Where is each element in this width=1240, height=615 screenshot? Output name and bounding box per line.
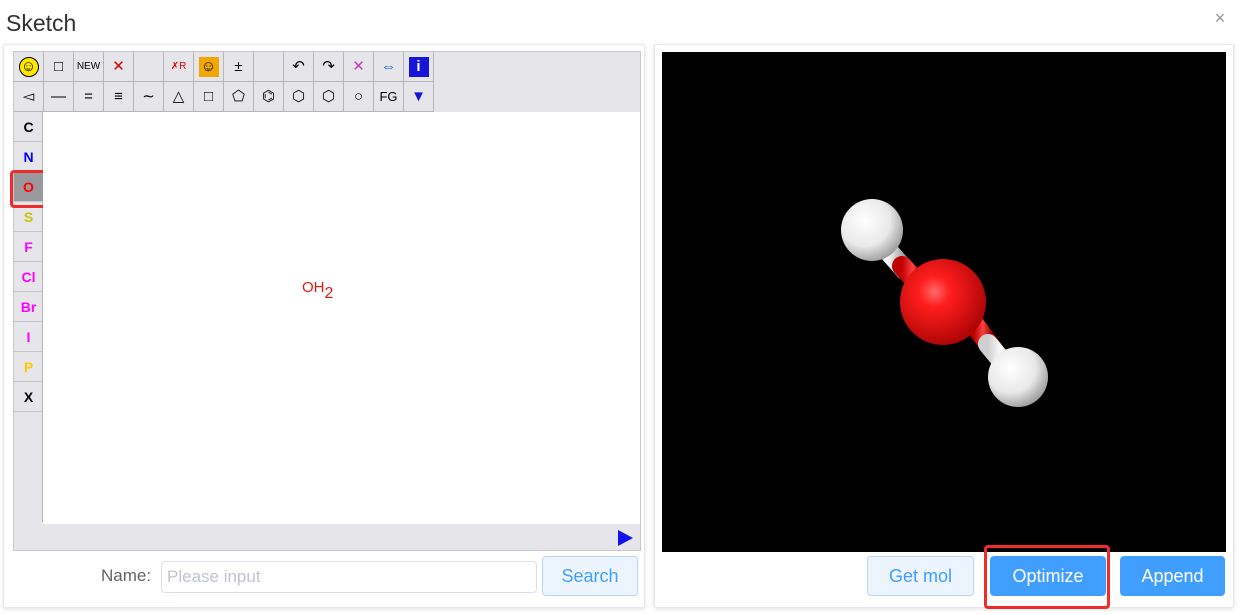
- search-button[interactable]: Search: [542, 556, 638, 596]
- ring-5-icon[interactable]: ⬠: [224, 82, 254, 112]
- molecule-3d-viewer[interactable]: [662, 52, 1226, 552]
- close-icon[interactable]: ×: [1210, 8, 1230, 28]
- name-input[interactable]: [161, 561, 537, 593]
- atom-button-x[interactable]: X: [14, 382, 43, 412]
- chain-glyph: ∼: [142, 88, 155, 105]
- atom-button-p[interactable]: P: [14, 352, 43, 382]
- smiley-active-glyph: ☺: [198, 56, 219, 77]
- clear-icon[interactable]: ✕: [344, 52, 374, 82]
- new-glyph: NEW: [76, 60, 101, 72]
- jsme-editor: ☺ □ NEW ✕ ✗R ☺ ± ↶ ↷ ✕ ⇔ i ◅ — = ≡ ∼ △ □ ⬠ ⌬ ⬡ ⬡ ○ FG ▼ C N O S F Cl B…: [10, 51, 641, 551]
- atom-button-cl[interactable]: Cl: [14, 262, 43, 292]
- delete-icon[interactable]: ✕: [104, 52, 134, 82]
- toolbar-row-2: ◅ — = ≡ ∼ △ □ ⬠ ⌬ ⬡ ⬡ ○ FG ▼: [14, 82, 434, 112]
- smiley-glyph: ☺: [18, 56, 39, 77]
- toolbar-empty-2: [254, 52, 284, 82]
- wedge-bond-icon[interactable]: ◅: [14, 82, 44, 112]
- move-glyph: ⇔: [381, 58, 396, 75]
- hydrogen-atom-2: [988, 347, 1048, 407]
- play-icon[interactable]: [618, 530, 633, 546]
- water-molecule-3d: [841, 199, 1048, 407]
- triangles-icon[interactable]: ▼: [404, 82, 434, 112]
- redo-glyph: ↷: [322, 58, 335, 75]
- name-label: Name:: [101, 566, 152, 585]
- charge-glyph: ±: [234, 58, 243, 75]
- smiley-active-icon[interactable]: ☺: [194, 52, 224, 82]
- atom-palette: C N O S F Cl Br I P X: [10, 112, 49, 522]
- single-bond-glyph: —: [51, 88, 66, 105]
- smiley-icon[interactable]: ☺: [14, 52, 44, 82]
- viewer-panel: Get mol Optimize Append: [654, 44, 1234, 609]
- charge-icon[interactable]: ±: [224, 52, 254, 82]
- fg-glyph: FG: [379, 89, 398, 104]
- ring-7-glyph: ⬡: [321, 88, 336, 105]
- atom-button-s[interactable]: S: [14, 202, 43, 232]
- ring-8-icon[interactable]: ○: [344, 82, 374, 112]
- triple-bond-glyph: ≡: [114, 88, 123, 105]
- new-button[interactable]: NEW: [74, 52, 104, 82]
- ring-6-glyph: ⬡: [291, 88, 306, 105]
- atom-button-f[interactable]: F: [14, 232, 43, 262]
- benzene-icon[interactable]: ⌬: [254, 82, 284, 112]
- ring-6-icon[interactable]: ⬡: [284, 82, 314, 112]
- double-bond-icon[interactable]: =: [74, 82, 104, 112]
- ring-4-glyph: □: [203, 88, 214, 105]
- ring-3-icon[interactable]: △: [164, 82, 194, 112]
- sketch-panel: ☺ □ NEW ✕ ✗R ☺ ± ↶ ↷ ✕ ⇔ i ◅ — = ≡ ∼ △ □ ⬠ ⌬ ⬡ ⬡ ○ FG ▼ C N O S F Cl B…: [3, 44, 645, 608]
- double-bond-glyph: =: [84, 88, 93, 105]
- info-glyph: i: [408, 56, 429, 77]
- ring-4-icon[interactable]: □: [194, 82, 224, 112]
- molecule-subscript: 2: [324, 285, 334, 302]
- ring-8-glyph: ○: [353, 88, 364, 105]
- clear-glyph: ✕: [352, 58, 365, 75]
- atom-button-o[interactable]: O: [10, 170, 49, 208]
- fg-button[interactable]: FG: [374, 82, 404, 112]
- ring-7-icon[interactable]: ⬡: [314, 82, 344, 112]
- editor-status-bar: [14, 524, 640, 550]
- wedge-bond-glyph: ◅: [22, 88, 35, 105]
- oxygen-atom: [900, 259, 986, 345]
- append-button[interactable]: Append: [1120, 556, 1225, 596]
- chain-icon[interactable]: ∼: [134, 82, 164, 112]
- molecule-label: OH2: [302, 279, 333, 303]
- single-bond-icon[interactable]: —: [44, 82, 74, 112]
- select-rectangle-glyph: □: [53, 58, 64, 75]
- redo-icon[interactable]: ↷: [314, 52, 344, 82]
- move-icon[interactable]: ⇔: [374, 52, 404, 82]
- atom-button-br[interactable]: Br: [14, 292, 43, 322]
- undo-glyph: ↶: [292, 58, 305, 75]
- benzene-glyph: ⌬: [261, 88, 276, 105]
- delete-r-group-icon[interactable]: ✗R: [164, 52, 194, 82]
- delete-r-group-glyph: ✗R: [170, 60, 187, 72]
- triple-bond-icon[interactable]: ≡: [104, 82, 134, 112]
- delete-glyph: ✕: [112, 58, 125, 75]
- toolbar-row-1: ☺ □ NEW ✕ ✗R ☺ ± ↶ ↷ ✕ ⇔ i: [14, 52, 434, 82]
- undo-icon[interactable]: ↶: [284, 52, 314, 82]
- select-rectangle-icon[interactable]: □: [44, 52, 74, 82]
- atom-button-c[interactable]: C: [14, 112, 43, 142]
- atom-button-n[interactable]: N: [14, 142, 43, 172]
- dialog-title: Sketch: [6, 10, 77, 36]
- ring-5-glyph: ⬠: [231, 88, 246, 105]
- drawing-canvas[interactable]: OH2: [43, 112, 640, 524]
- ring-3-glyph: △: [172, 88, 185, 105]
- get-mol-button[interactable]: Get mol: [867, 556, 974, 596]
- atom-button-i[interactable]: I: [14, 322, 43, 352]
- hydrogen-atom-1: [841, 199, 903, 261]
- info-icon[interactable]: i: [404, 52, 434, 82]
- triangles-glyph: ▼: [411, 88, 426, 105]
- molecule-text: OH: [302, 279, 325, 296]
- optimize-button[interactable]: Optimize: [990, 556, 1106, 596]
- toolbar-empty-1: [134, 52, 164, 82]
